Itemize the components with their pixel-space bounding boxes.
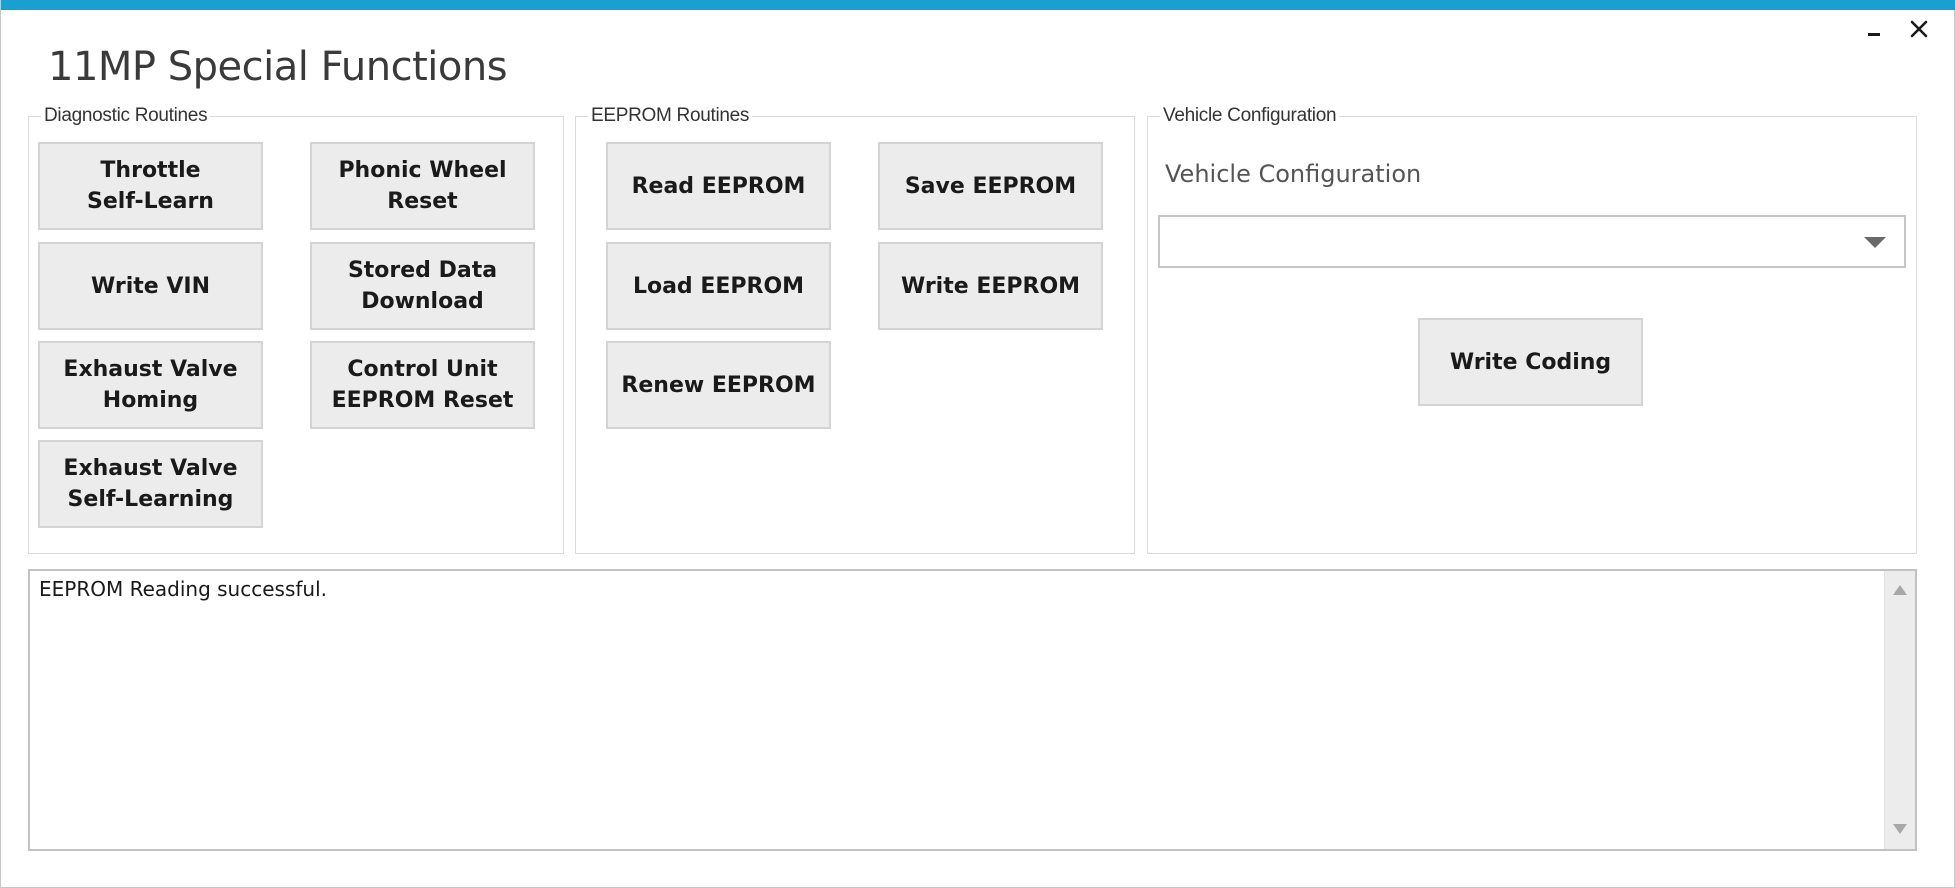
close-button[interactable] <box>1904 14 1934 44</box>
log-text: EEPROM Reading successful. <box>39 577 327 601</box>
scroll-up-icon[interactable] <box>1893 584 1907 596</box>
eeprom-routines-legend: EEPROM Routines <box>588 105 753 127</box>
renew-eeprom-button[interactable]: Renew EEPROM <box>606 341 831 429</box>
read-eeprom-button[interactable]: Read EEPROM <box>606 142 831 230</box>
write-coding-button[interactable]: Write Coding <box>1418 318 1643 406</box>
log-scrollbar[interactable] <box>1884 571 1915 849</box>
throttle-self-learn-button[interactable]: Throttle Self-Learn <box>38 142 263 230</box>
close-icon <box>1910 20 1928 38</box>
write-vin-button[interactable]: Write VIN <box>38 242 263 330</box>
control-unit-eeprom-reset-button[interactable]: Control Unit EEPROM Reset <box>310 341 535 429</box>
save-eeprom-button[interactable]: Save EEPROM <box>878 142 1103 230</box>
page-title: 11MP Special Functions <box>48 44 508 90</box>
vehicle-configuration-legend: Vehicle Configuration <box>1160 105 1340 127</box>
scroll-down-icon[interactable] <box>1893 823 1907 835</box>
minimize-icon <box>1868 33 1880 36</box>
chevron-down-icon <box>1864 237 1886 248</box>
title-accent-bar <box>1 0 1955 10</box>
diagnostic-routines-legend: Diagnostic Routines <box>41 105 211 127</box>
vehicle-configuration-select[interactable] <box>1158 215 1906 268</box>
minimize-button[interactable] <box>1859 14 1889 44</box>
stored-data-download-button[interactable]: Stored Data Download <box>310 242 535 330</box>
exhaust-valve-self-learning-button[interactable]: Exhaust Valve Self-Learning <box>38 440 263 528</box>
load-eeprom-button[interactable]: Load EEPROM <box>606 242 831 330</box>
log-output[interactable]: EEPROM Reading successful. <box>28 569 1917 851</box>
special-functions-window: 11MP Special Functions Diagnostic Routin… <box>0 0 1955 888</box>
exhaust-valve-homing-button[interactable]: Exhaust Valve Homing <box>38 341 263 429</box>
phonic-wheel-reset-button[interactable]: Phonic Wheel Reset <box>310 142 535 230</box>
write-eeprom-button[interactable]: Write EEPROM <box>878 242 1103 330</box>
vehicle-configuration-label: Vehicle Configuration <box>1165 160 1422 188</box>
